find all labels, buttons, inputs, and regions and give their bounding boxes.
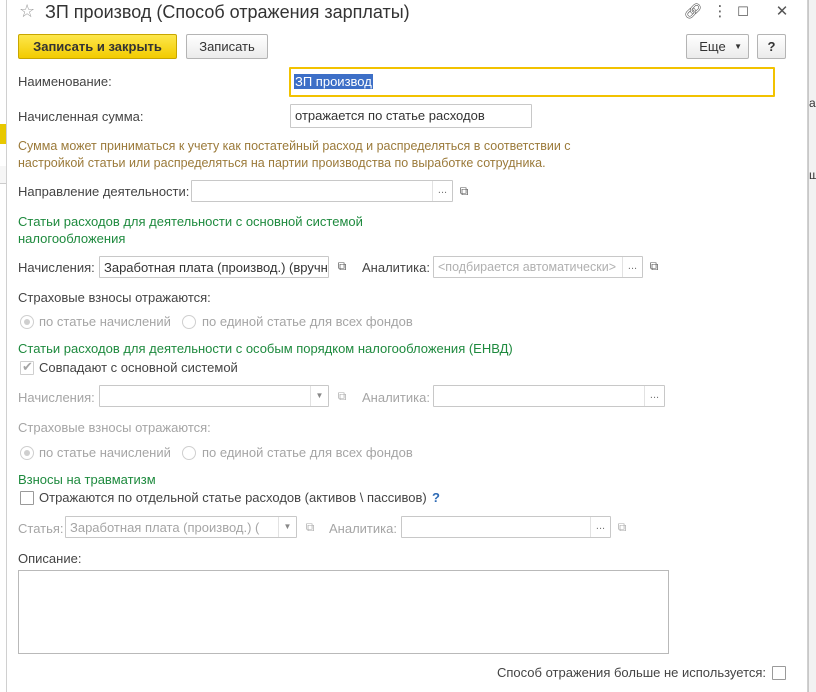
section-envd-title: Статьи расходов для деятельности с особы… — [18, 341, 513, 356]
restore-icon[interactable]: ☐ — [733, 4, 753, 20]
item-label: Статья: — [18, 521, 64, 536]
save-and-close-button[interactable]: Записать и закрыть — [18, 34, 177, 59]
radio-by-accrual-label: по статье начислений — [39, 314, 171, 329]
same-as-main-checkbox[interactable]: ✔ — [20, 359, 34, 375]
save-button[interactable]: Записать — [186, 34, 268, 59]
radio-single-item-label: по единой статье для всех фондов — [202, 314, 413, 329]
name-label: Наименование: — [18, 74, 112, 89]
accruals2-select: ▼ — [99, 385, 329, 407]
amount-select[interactable]: отражается по статье расходов — [290, 104, 532, 128]
radio2-single-item — [182, 446, 196, 460]
insurance2-label: Страховые взносы отражаются: — [18, 420, 211, 435]
open-icon[interactable]: ⧉ — [333, 257, 351, 275]
analytics3-label: Аналитика: — [329, 521, 397, 536]
select-dots-icon: ... — [644, 386, 664, 406]
more-button[interactable]: Еще ▼ — [686, 34, 749, 59]
checkmark-icon: ✔ — [22, 359, 33, 374]
not-used-checkbox[interactable] — [772, 666, 786, 680]
direction-label: Направление деятельности: — [18, 184, 190, 199]
window-title: ЗП производ (Способ отражения зарплаты) — [45, 2, 410, 22]
open-icon[interactable]: ⧉ — [455, 182, 473, 200]
link-icon[interactable]: 🔗︎ — [683, 2, 703, 20]
amount-select-value: отражается по статье расходов — [295, 108, 485, 123]
separate-item-checkbox[interactable] — [20, 491, 34, 505]
accruals-label: Начисления: — [18, 260, 95, 275]
background-text: а — [809, 96, 816, 110]
help-question-icon[interactable]: ? — [432, 490, 440, 505]
hint-text-line2: настройкой статьи или распределяться на … — [18, 156, 546, 170]
chevron-down-icon: ▼ — [310, 386, 328, 406]
more-vertical-icon[interactable]: ⋮ — [710, 2, 730, 20]
background-app-strip: а щ — [808, 0, 816, 692]
name-input[interactable]: ЗП производ — [289, 67, 775, 97]
background-text: щ — [809, 168, 816, 182]
same-as-main-label: Совпадают с основной системой — [39, 360, 238, 375]
hint-text-line1: Сумма может приниматься к учету как пост… — [18, 139, 571, 153]
analytics2-label: Аналитика: — [362, 390, 430, 405]
section-injury-title: Взносы на травматизм — [18, 472, 156, 487]
insurance-label: Страховые взносы отражаются: — [18, 290, 211, 305]
open-icon: ⧉ — [337, 389, 347, 403]
radio2-by-accrual — [20, 446, 34, 460]
star-icon[interactable]: ☆ — [19, 1, 35, 22]
title-bar: ☆ ЗП производ (Способ отражения зарплаты… — [7, 0, 809, 28]
more-button-label: Еще — [699, 39, 726, 54]
section-main-tax-title-line1: Статьи расходов для деятельности с основ… — [18, 214, 363, 229]
analytics-label: Аналитика: — [362, 260, 430, 275]
open-icon: ⧉ — [617, 520, 627, 534]
analytics-input-placeholder: <подбирается автоматически> — [438, 260, 616, 274]
amount-label: Начисленная сумма: — [18, 109, 144, 124]
analytics3-input: ... — [401, 516, 611, 538]
dialog-window: ☆ ЗП производ (Способ отражения зарплаты… — [6, 0, 808, 692]
item-select-value: Заработная плата (производ.) (вручную) — [70, 520, 260, 535]
select-dots-icon[interactable]: ... — [432, 181, 452, 201]
radio2-by-accrual-label: по статье начислений — [39, 445, 171, 460]
chevron-down-icon: ▼ — [734, 42, 742, 51]
radio-single-item[interactable] — [182, 315, 196, 329]
not-used-label: Способ отражения больше не используется: — [497, 665, 767, 680]
analytics-input[interactable]: <подбирается автоматически> ... — [433, 256, 643, 278]
help-button[interactable]: ? — [757, 34, 786, 59]
description-label: Описание: — [18, 551, 82, 566]
chevron-down-icon: ▼ — [278, 517, 296, 537]
radio-by-accrual[interactable] — [20, 315, 34, 329]
radio2-single-item-label: по единой статье для всех фондов — [202, 445, 413, 460]
close-icon[interactable]: ✕ — [772, 2, 792, 20]
accruals-input-value: Заработная плата (производ.) (вручную) — [104, 260, 328, 275]
separate-item-label: Отражаются по отдельной статье расходов … — [39, 490, 427, 505]
item-select: Заработная плата (производ.) (вручную) ▼ — [65, 516, 297, 538]
open-icon: ⧉ — [305, 520, 315, 534]
select-dots-icon[interactable]: ... — [622, 257, 642, 277]
analytics2-input: ... — [433, 385, 665, 407]
section-main-tax-title-line2: налогообложения — [18, 231, 126, 246]
select-dots-icon: ... — [590, 517, 610, 537]
accruals2-label: Начисления: — [18, 390, 95, 405]
direction-input[interactable]: ... — [191, 180, 453, 202]
accruals-input[interactable]: Заработная плата (производ.) (вручную) — [99, 256, 329, 278]
name-input-value: ЗП производ — [294, 74, 373, 89]
description-textarea[interactable] — [18, 570, 669, 654]
open-icon[interactable]: ⧉ — [645, 257, 663, 275]
command-bar: Записать и закрыть Записать Еще ▼ ? — [7, 34, 809, 62]
